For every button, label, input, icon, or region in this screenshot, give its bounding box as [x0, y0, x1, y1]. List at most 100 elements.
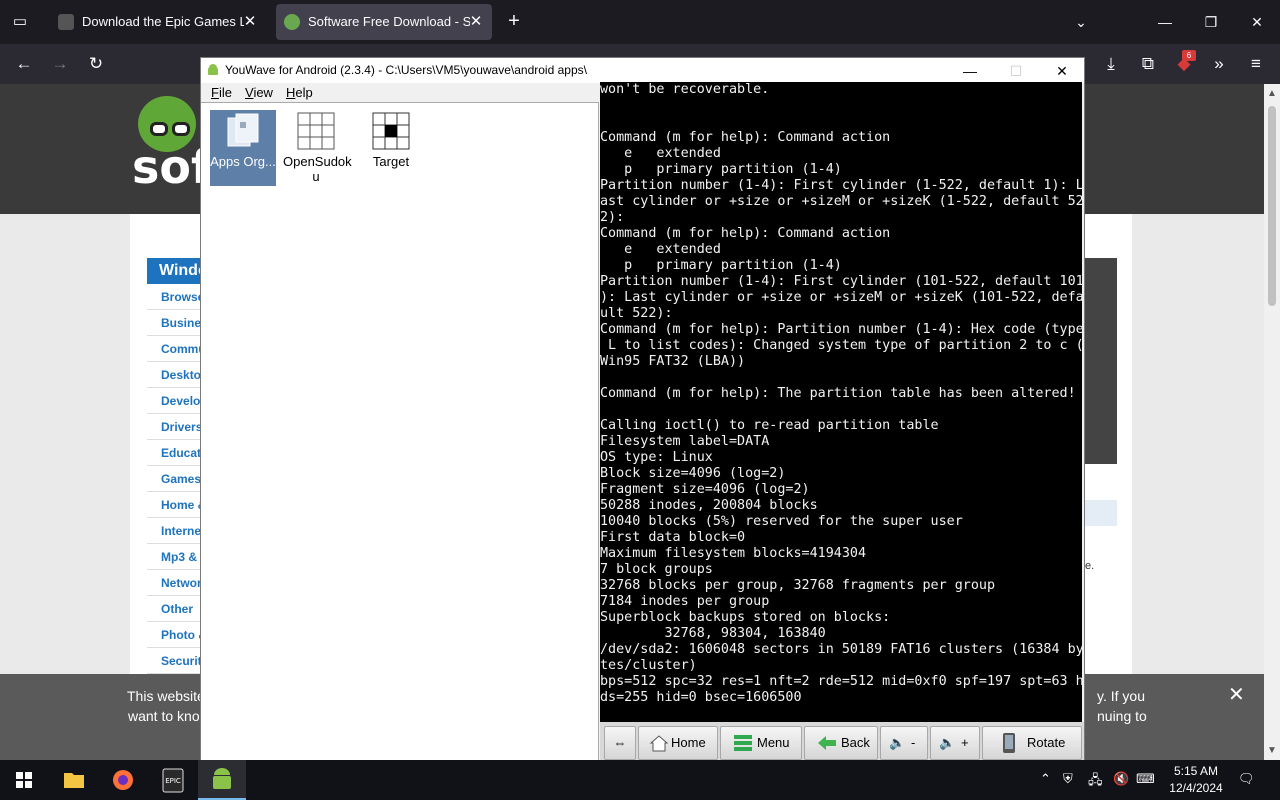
target-word-grid-icon [372, 112, 410, 150]
terminal-line: 7184 inodes per group [600, 594, 770, 609]
firefox-button[interactable] [99, 760, 147, 800]
android-icon [206, 63, 220, 77]
category-link[interactable]: Securit [147, 648, 207, 674]
rotate-button[interactable]: Rotate [982, 726, 1082, 760]
cookie-text: y. If you [1097, 688, 1145, 704]
window-title: YouWave for Android (2.3.4) - C:\Users\V… [225, 63, 587, 77]
epic-games-button[interactable]: EPIC [149, 760, 197, 800]
cookie-text: nuing to [1097, 708, 1147, 724]
terminal-line: won't be recoverable. [600, 82, 770, 97]
category-link[interactable]: Deskto [147, 362, 207, 388]
extensions-icon[interactable]: ⧉ [1135, 52, 1161, 76]
cookie-text: This website [127, 688, 205, 704]
youwave-window: YouWave for Android (2.3.4) - C:\Users\V… [200, 57, 1085, 761]
terminal-line: 50288 inodes, 200804 blocks [600, 498, 818, 513]
terminal-line: ult 522): [600, 306, 673, 321]
terminal-line: tes/cluster) [600, 658, 697, 673]
close-tab-icon[interactable]: ✕ [468, 13, 484, 31]
scroll-thumb[interactable] [1268, 106, 1276, 306]
category-link[interactable]: Drivers [147, 414, 207, 440]
menu-file[interactable]: File [211, 85, 232, 100]
category-link[interactable]: Home & [147, 492, 207, 518]
youwave-taskbar-button[interactable] [198, 760, 246, 800]
close-tab-icon[interactable]: ✕ [242, 13, 258, 31]
system-clock[interactable]: 5:15 AM 12/4/2024 [1166, 763, 1226, 797]
menu-label: Menu [757, 735, 790, 750]
minimize-icon[interactable]: — [950, 60, 990, 82]
back-arrow-icon[interactable]: ← [11, 52, 37, 76]
terminal-line: p primary partition (1-4) [600, 162, 842, 177]
network-icon[interactable]: 🖧 [1088, 771, 1103, 793]
notifications-icon[interactable]: 🗨 [1238, 771, 1255, 787]
app-target[interactable]: Target [358, 110, 424, 169]
apps-organizer-icon [224, 112, 262, 150]
category-link[interactable]: Educati [147, 440, 207, 466]
scroll-up-icon[interactable]: ▲ [1267, 88, 1277, 99]
restore-icon[interactable]: ❐ [1196, 10, 1226, 34]
reload-icon[interactable]: ↻ [83, 52, 109, 76]
browser-tab-epic[interactable]: Download the Epic Games Laun ✕ [50, 4, 266, 40]
scroll-down-icon[interactable]: ▼ [1267, 745, 1277, 756]
category-link[interactable]: Develo [147, 388, 207, 414]
volume-up-button[interactable]: 🔈 + [930, 726, 980, 760]
close-window-icon[interactable]: ✕ [1242, 10, 1272, 34]
epic-favicon-icon [58, 14, 74, 30]
category-link[interactable]: Mp3 & [147, 544, 207, 570]
overflow-chevron-icon[interactable]: » [1206, 52, 1232, 76]
menu-view[interactable]: View [245, 85, 273, 100]
forward-arrow-icon[interactable]: → [47, 52, 73, 76]
security-icon[interactable]: ⛨ [1063, 771, 1073, 787]
category-link[interactable]: Networ [147, 570, 207, 596]
category-link[interactable]: Games [147, 466, 207, 492]
start-button[interactable] [0, 760, 48, 800]
mascot-glasses-icon [172, 122, 190, 136]
home-button[interactable]: Home [638, 726, 718, 760]
menu-button[interactable]: Menu [720, 726, 802, 760]
tab-title: Download the Epic Games Laun [82, 14, 244, 29]
browser-tab-softonic[interactable]: Software Free Download - Soft ✕ [276, 4, 492, 40]
terminal-line: Command (m for help): Command action [600, 130, 891, 145]
app-label: u [312, 169, 320, 184]
list-all-tabs-icon[interactable]: ⌄ [1066, 10, 1096, 34]
resize-toggle-button[interactable]: ⇔ [604, 726, 636, 760]
app-opensudoku[interactable]: OpenSudok u [283, 110, 352, 184]
close-icon[interactable]: ✕ [1042, 60, 1082, 82]
category-link[interactable]: Interne [147, 518, 207, 544]
terminal-line: ): Last cylinder or +size or +sizeM or +… [600, 290, 1082, 305]
terminal-line: Command (m for help): The partition tabl… [600, 386, 1076, 401]
category-link[interactable]: Busines [147, 310, 207, 336]
back-arrow-icon [818, 736, 836, 750]
minimize-icon[interactable]: — [1150, 10, 1180, 34]
file-explorer-button[interactable] [50, 760, 98, 800]
speaker-icon: 🔈 [889, 735, 906, 750]
downloads-icon[interactable]: ⤓ [1098, 52, 1124, 76]
terminal-line: e extended [600, 146, 721, 161]
volume-down-button[interactable]: 🔈 - [880, 726, 928, 760]
page-scrollbar[interactable]: ▲ ▼ [1264, 84, 1280, 760]
terminal-line: bps=512 spc=32 res=1 nft=2 rde=512 mid=0… [600, 674, 1082, 689]
app-label: OpenSudok [283, 154, 352, 169]
terminal-line: Block size=4096 (log=2) [600, 466, 786, 481]
category-link[interactable]: Commu [147, 336, 207, 362]
category-link[interactable]: Browse [147, 284, 207, 310]
epic-games-icon: EPIC [162, 768, 184, 793]
keyboard-icon[interactable]: ⌨ [1136, 771, 1155, 787]
category-link[interactable]: Photo & [147, 622, 207, 648]
close-icon[interactable]: ✕ [1228, 682, 1245, 707]
tab-overview-icon[interactable]: ▭ [8, 10, 32, 34]
sudoku-grid-icon [297, 112, 335, 150]
youwave-titlebar[interactable]: YouWave for Android (2.3.4) - C:\Users\V… [201, 58, 1084, 83]
windows-taskbar: EPIC ⌃ ⛨ 🖧 🔇 ⌨ 5:15 AM 12/4/2024 🗨 [0, 760, 1280, 800]
sidebar-strip [1082, 500, 1117, 526]
hamburger-menu-icon[interactable]: ≡ [1243, 52, 1269, 76]
rotate-phone-icon [1003, 733, 1015, 753]
back-button[interactable]: Back [804, 726, 878, 760]
show-hidden-icons-icon[interactable]: ⌃ [1040, 771, 1051, 787]
android-terminal-screen[interactable]: won't be recoverable. Command (m for hel… [600, 82, 1082, 722]
category-link[interactable]: Other [147, 596, 207, 622]
app-apps-organizer[interactable]: Apps Org... [210, 110, 276, 186]
volume-muted-icon[interactable]: 🔇 [1113, 771, 1129, 787]
menu-help[interactable]: Help [286, 85, 313, 100]
new-tab-button[interactable]: + [502, 10, 526, 34]
